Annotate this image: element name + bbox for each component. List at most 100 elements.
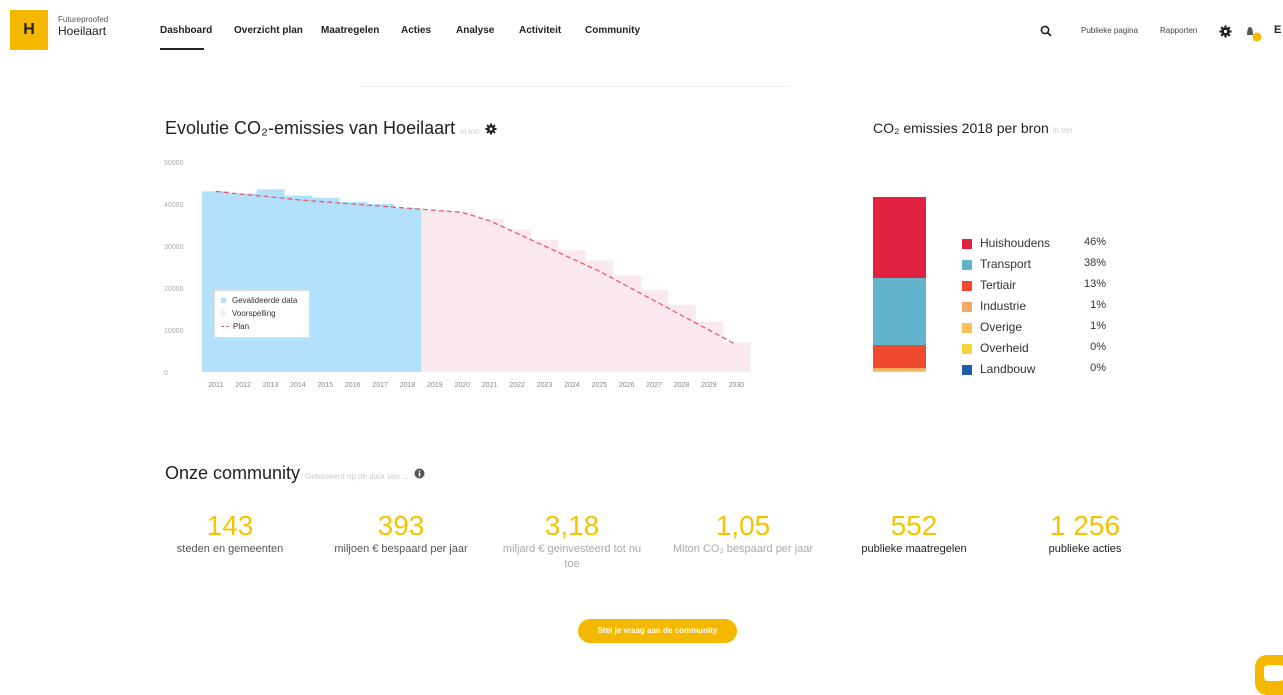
x-tick-label: 2019 bbox=[427, 382, 443, 389]
source-percentage: 13% bbox=[1083, 278, 1106, 290]
stat-savings: 393 miljoen € bespaard per jaar bbox=[326, 510, 476, 557]
source-swatch bbox=[962, 365, 972, 375]
forecast-bar bbox=[530, 239, 559, 372]
stack-segment-transport[interactable] bbox=[873, 278, 926, 346]
forecast-bar bbox=[558, 250, 587, 372]
source-legend-item-industrie[interactable]: Industrie 1% bbox=[962, 299, 1112, 320]
forecast-bar bbox=[421, 210, 450, 372]
search-icon[interactable] bbox=[1040, 25, 1052, 37]
source-legend-item-overheid[interactable]: Overheid 0% bbox=[962, 341, 1112, 362]
source-legend-item-overige[interactable]: Overige 1% bbox=[962, 320, 1112, 341]
legend-item-plan[interactable]: Plan bbox=[221, 320, 303, 333]
source-percentage: 38% bbox=[1083, 257, 1106, 269]
stat-label: miljoen € bespaard per jaar bbox=[334, 543, 468, 555]
legend-swatch-forecast bbox=[221, 311, 226, 316]
stat-co2-saved: 1,05 Miton CO₂ bespaard per jaar bbox=[668, 510, 818, 557]
stat-value: 1 256 bbox=[1049, 510, 1121, 541]
y-tick-label: 0 bbox=[164, 370, 168, 377]
y-tick-label: 30000 bbox=[164, 244, 184, 251]
x-tick-label: 2012 bbox=[235, 382, 251, 389]
validated-bar bbox=[256, 189, 285, 372]
community-subtitle: Gebaseerd op de data van ... bbox=[305, 472, 409, 481]
nav-item-activiteit[interactable]: Activiteit bbox=[519, 25, 561, 36]
logo-text[interactable]: Futureproofed Hoeilaart bbox=[58, 16, 108, 38]
source-legend-item-transport[interactable]: Transport 38% bbox=[962, 257, 1112, 278]
logo[interactable]: H bbox=[10, 10, 48, 50]
stack-segment-tertiair[interactable] bbox=[873, 345, 926, 369]
nav-item-overzicht-plan[interactable]: Overzicht plan bbox=[234, 25, 303, 36]
source-swatch bbox=[962, 281, 972, 291]
source-name: Tertiair bbox=[980, 278, 1017, 292]
validated-bar bbox=[393, 208, 422, 372]
x-tick-label: 2022 bbox=[509, 382, 525, 389]
x-tick-label: 2021 bbox=[482, 382, 498, 389]
validated-bar bbox=[202, 191, 230, 372]
legend-item-forecast[interactable]: Voorspelling bbox=[221, 307, 303, 320]
x-tick-label: 2015 bbox=[318, 382, 334, 389]
x-tick-label: 2030 bbox=[729, 382, 745, 389]
info-icon[interactable] bbox=[414, 468, 425, 479]
notification-icon[interactable] bbox=[1244, 24, 1264, 42]
stat-public-actions: 1 256 publieke acties bbox=[1010, 510, 1160, 557]
x-tick-label: 2023 bbox=[537, 382, 553, 389]
user-initial[interactable]: E bbox=[1274, 24, 1281, 36]
source-legend-item-tertiair[interactable]: Tertiair 13% bbox=[962, 278, 1112, 299]
nav-item-dashboard[interactable]: Dashboard bbox=[160, 25, 212, 36]
forecast-bar bbox=[503, 229, 532, 372]
legend-label-plan: Plan bbox=[233, 322, 250, 331]
stat-value: 393 bbox=[377, 510, 425, 541]
forecast-bar bbox=[722, 342, 751, 372]
forecast-bar bbox=[695, 321, 724, 372]
source-legend-item-landbouw[interactable]: Landbouw 0% bbox=[962, 362, 1112, 383]
stat-value: 143 bbox=[206, 510, 254, 541]
source-swatch bbox=[962, 302, 972, 312]
stat-public-measures: 552 publieke maatregelen bbox=[839, 510, 989, 557]
y-tick-label: 50000 bbox=[164, 160, 184, 167]
gear-icon[interactable] bbox=[1219, 25, 1232, 38]
legend-item-validated[interactable]: Gevalideerde data bbox=[221, 294, 303, 307]
source-name: Landbouw bbox=[980, 362, 1036, 376]
source-name: Overheid bbox=[980, 341, 1029, 355]
divider bbox=[360, 86, 790, 87]
validated-bar bbox=[284, 195, 313, 372]
forecast-bar bbox=[448, 212, 477, 372]
nav-item-analyse[interactable]: Analyse bbox=[456, 25, 494, 36]
stat-label: publieke maatregelen bbox=[861, 543, 967, 555]
source-legend-item-huishoudens[interactable]: Huishoudens 46% bbox=[962, 236, 1112, 257]
emissions-legend: Gevalideerde data Voorspelling Plan bbox=[214, 290, 310, 338]
source-legend: Huishoudens 46% Transport 38% Tertiair 13% Ind… bbox=[962, 236, 1112, 383]
legend-swatch-validated bbox=[221, 298, 226, 303]
emissions-title-text: Evolutie CO₂-emissies van Hoeilaart bbox=[165, 118, 456, 138]
nav-item-acties[interactable]: Acties bbox=[401, 25, 431, 36]
y-tick-label: 40000 bbox=[164, 202, 184, 209]
source-swatch bbox=[962, 323, 972, 333]
stat-label: steden en gemeenten bbox=[176, 543, 284, 555]
stack-segment-overige[interactable] bbox=[873, 370, 926, 372]
source-name: Overige bbox=[980, 320, 1023, 334]
nav-item-maatregelen[interactable]: Maatregelen bbox=[321, 25, 379, 36]
community-title: Onze community Gebaseerd op de data van … bbox=[165, 463, 425, 484]
source-swatch bbox=[962, 344, 972, 354]
x-tick-label: 2029 bbox=[701, 382, 717, 389]
x-tick-label: 2011 bbox=[208, 382, 223, 389]
source-percentage: 0% bbox=[1090, 362, 1106, 374]
stat-label: publieke acties bbox=[1048, 543, 1122, 555]
legend-swatch-plan bbox=[221, 326, 229, 327]
stat-value: 3,18 bbox=[544, 510, 600, 541]
source-swatch bbox=[962, 260, 972, 270]
source-swatch bbox=[962, 239, 972, 249]
chat-button[interactable] bbox=[1255, 655, 1283, 695]
nav-item-community[interactable]: Community bbox=[585, 25, 640, 36]
public-page-link[interactable]: Publieke pagina bbox=[1081, 26, 1138, 35]
stack-segment-huishoudens[interactable] bbox=[873, 197, 926, 279]
validated-bar bbox=[339, 201, 367, 372]
emissions-chart: 0 10000 20000 30000 40000 50000 2011 2012 2013 20… bbox=[164, 160, 751, 389]
ask-community-button[interactable]: Stel je vraag aan de community bbox=[578, 619, 737, 643]
forecast-bar bbox=[585, 260, 614, 372]
x-tick-label: 2017 bbox=[372, 382, 388, 389]
source-name: Industrie bbox=[980, 299, 1027, 313]
chart-settings-icon[interactable] bbox=[485, 123, 497, 135]
legend-label-validated: Gevalideerde data bbox=[232, 296, 298, 305]
forecast-bar bbox=[640, 290, 669, 372]
reports-link[interactable]: Rapporten bbox=[1160, 26, 1197, 35]
